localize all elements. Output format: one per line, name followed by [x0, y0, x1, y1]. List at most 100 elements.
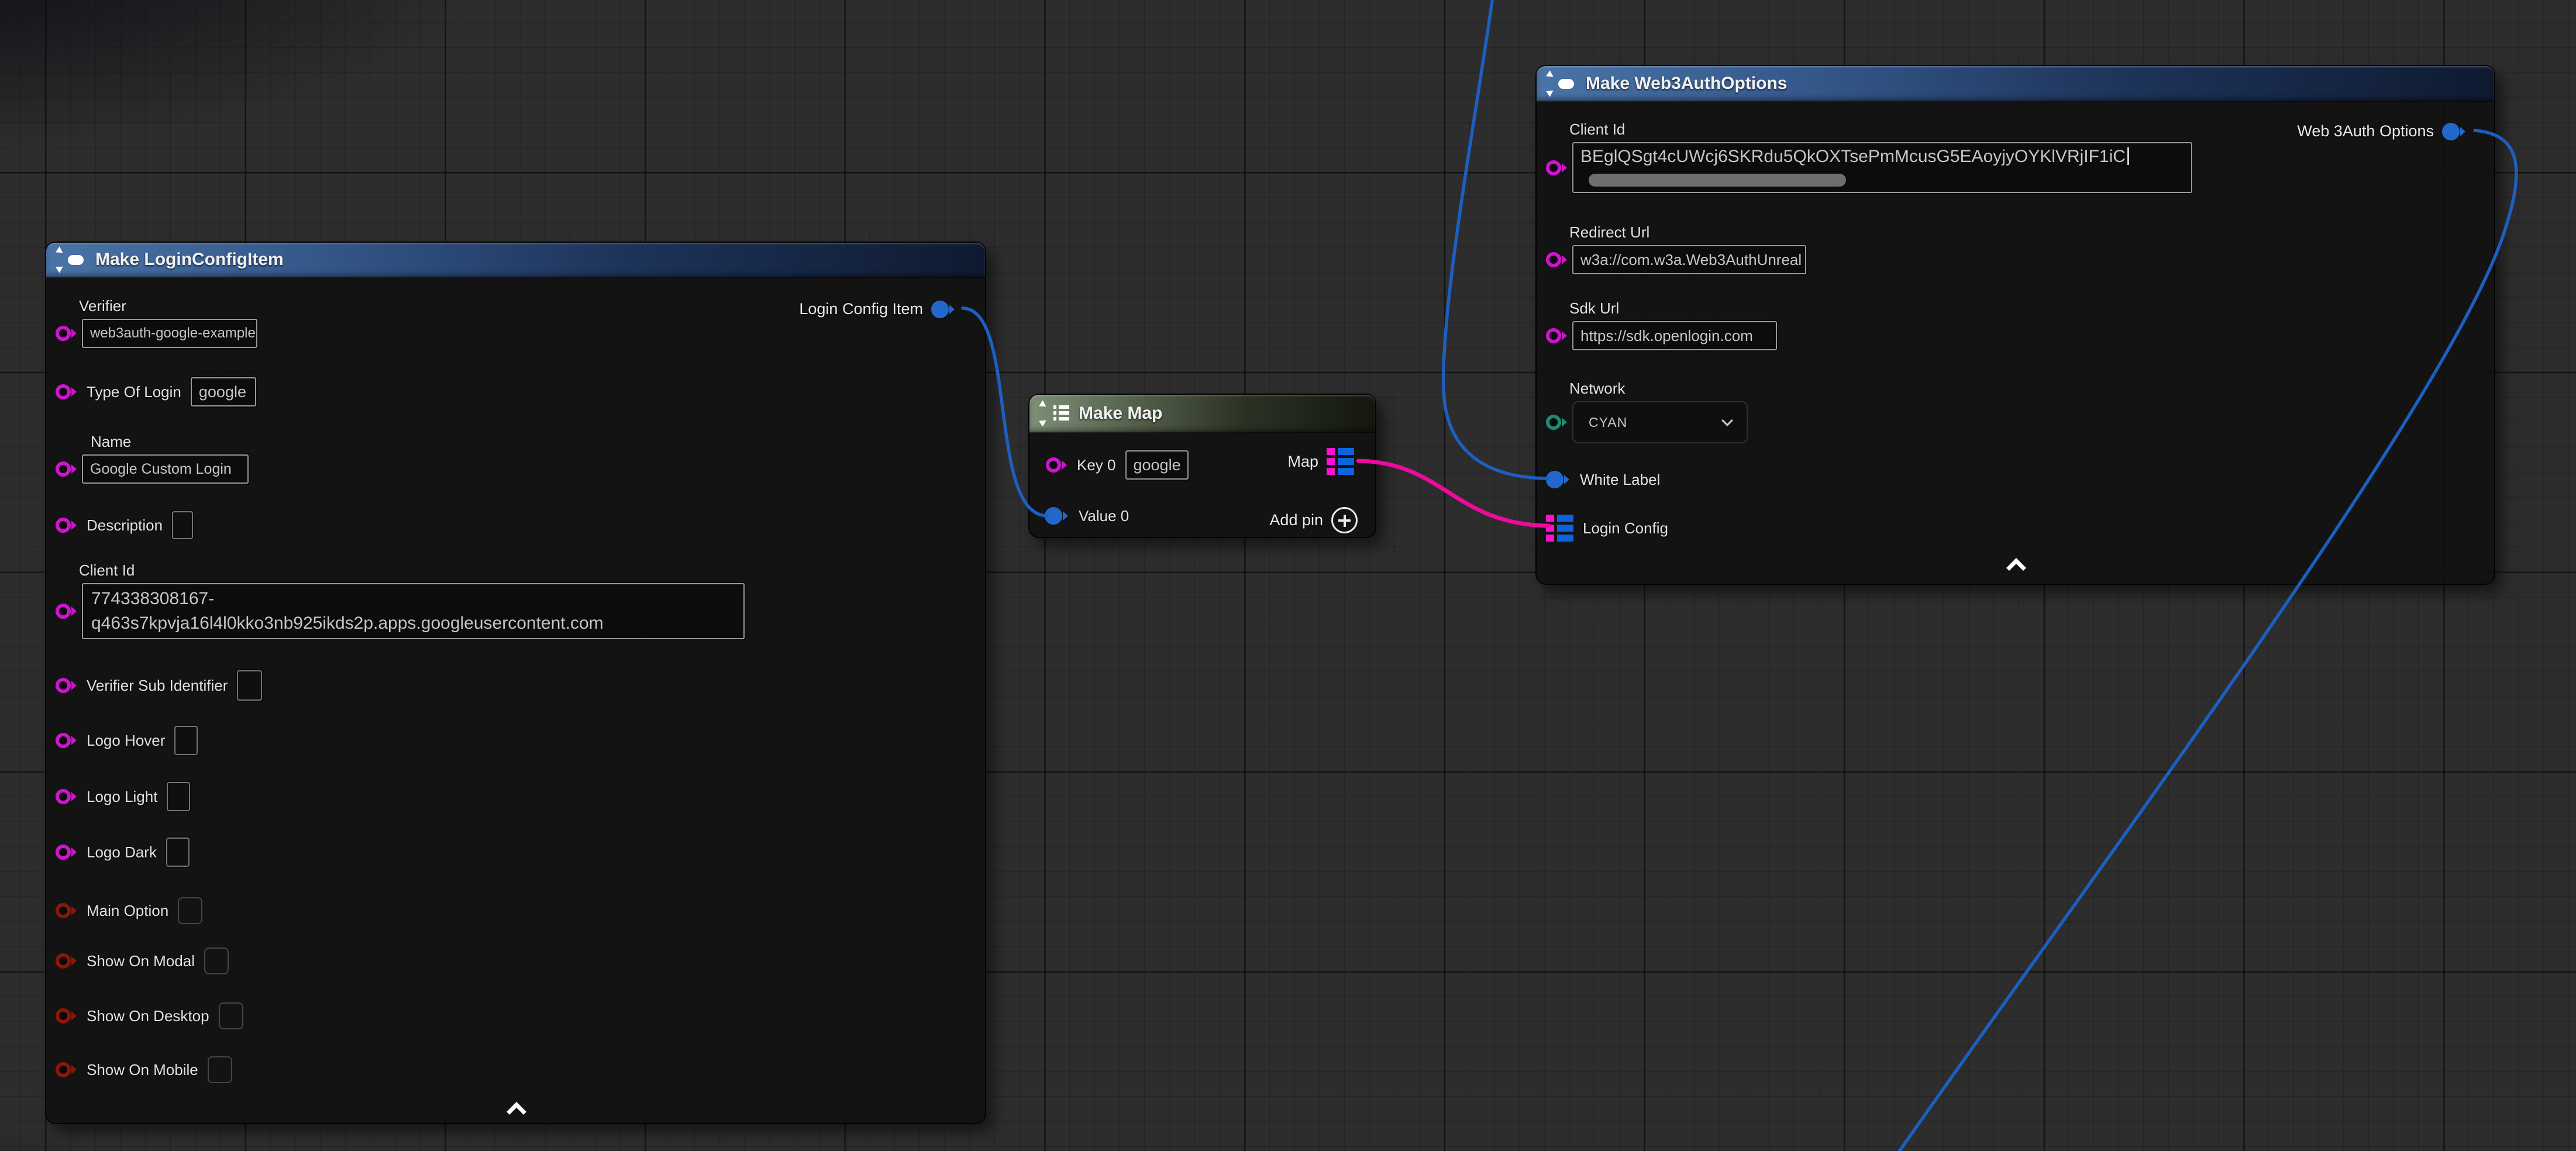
web3auth-options-output-label: Web 3Auth Options: [2297, 122, 2434, 140]
name-label: Name: [91, 432, 249, 451]
row-map-output: Map: [1287, 447, 1354, 475]
row-show-on-modal: Show On Modal: [56, 947, 229, 975]
node-title: Make LoginConfigItem: [95, 250, 284, 270]
row-client-id: Client Id BEglQSgt4cUWcj6SKRdu5QkOXTsePm…: [1546, 120, 2192, 193]
show-on-desktop-label: Show On Desktop: [87, 1007, 209, 1025]
client-id-pin[interactable]: [56, 604, 77, 619]
client-id-input[interactable]: 774338308167-q463s7kpvja16l4l0kko3nb925i…: [82, 583, 745, 639]
row-name: Name Google Custom Login: [67, 432, 249, 484]
description-input[interactable]: [172, 511, 193, 539]
main-option-checkbox[interactable]: [178, 897, 202, 924]
make-struct-icon: [1547, 73, 1576, 94]
logo-light-pin[interactable]: [56, 789, 77, 804]
key0-label: Key 0: [1077, 456, 1116, 474]
name-pin[interactable]: [56, 461, 77, 477]
node-make-map[interactable]: Make Map Key 0 google Map Value 0 Add pi…: [1028, 394, 1376, 538]
network-dropdown[interactable]: CYAN: [1572, 401, 1748, 443]
row-redirect-url: Redirect Url w3a://com.w3a.Web3AuthUnrea…: [1546, 223, 1806, 274]
show-on-desktop-pin[interactable]: [56, 1008, 77, 1024]
key0-pin[interactable]: [1046, 457, 1067, 473]
node-make-loginconfigitem-header[interactable]: Make LoginConfigItem: [46, 243, 985, 278]
show-on-modal-checkbox[interactable]: [204, 947, 229, 974]
logo-hover-pin[interactable]: [56, 733, 77, 748]
login-config-pin[interactable]: [1546, 515, 1573, 542]
key0-input[interactable]: google: [1125, 450, 1189, 480]
row-value0: Value 0: [1045, 502, 1129, 530]
node-title: Make Web3AuthOptions: [1586, 74, 1787, 94]
client-id-hscrollbar[interactable]: [1589, 174, 1846, 187]
type-of-login-label: Type Of Login: [87, 382, 181, 401]
value0-pin[interactable]: [1045, 507, 1069, 525]
node-title: Make Map: [1079, 404, 1162, 423]
row-logo-light: Logo Light: [56, 783, 190, 811]
row-type-of-login: Type Of Login google: [56, 378, 256, 406]
blueprint-graph-canvas[interactable]: Make LoginConfigItem Login Config Item V…: [0, 0, 2576, 1151]
show-on-desktop-checkbox[interactable]: [219, 1002, 243, 1029]
client-id-input[interactable]: BEglQSgt4cUWcj6SKRdu5QkOXTsePmMcusG5EAoy…: [1572, 142, 2192, 193]
main-option-label: Main Option: [87, 901, 168, 920]
client-id-label: Client Id: [79, 561, 745, 580]
verifier-sub-identifier-input[interactable]: [237, 670, 262, 701]
client-id-line2: q463s7kpvja16l4l0kko3nb925ikds2p.apps.go…: [91, 614, 604, 633]
logo-light-input[interactable]: [167, 782, 190, 811]
show-on-modal-pin[interactable]: [56, 953, 77, 969]
add-pin-button[interactable]: Add pin: [1269, 507, 1358, 533]
logo-hover-input[interactable]: [174, 726, 198, 755]
node-make-loginconfigitem[interactable]: Make LoginConfigItem Login Config Item V…: [45, 242, 986, 1124]
white-label-pin[interactable]: [1546, 471, 1571, 488]
node-make-web3authoptions[interactable]: Make Web3AuthOptions Web 3Auth Options C…: [1535, 65, 2495, 585]
output-row-web3auth-options: Web 3Auth Options: [2297, 122, 2467, 140]
row-verifier: Verifier web3auth-google-example: [56, 297, 257, 348]
output-row-login-config-item: Login Config Item: [799, 300, 956, 318]
login-config-item-output-pin[interactable]: [931, 301, 956, 318]
verifier-pin[interactable]: [56, 326, 77, 341]
node-make-web3authoptions-header[interactable]: Make Web3AuthOptions: [1537, 66, 2494, 102]
sdk-url-pin[interactable]: [1546, 328, 1568, 343]
white-label-label: White Label: [1580, 470, 1660, 489]
logo-dark-pin[interactable]: [56, 845, 77, 860]
collapse-node-button[interactable]: [2005, 559, 2026, 570]
type-of-login-input[interactable]: google: [191, 377, 256, 406]
node-make-map-header[interactable]: Make Map: [1029, 395, 1375, 433]
name-input[interactable]: Google Custom Login: [82, 454, 249, 484]
row-logo-dark: Logo Dark: [56, 838, 190, 866]
add-pin-plus-icon[interactable]: [1331, 507, 1358, 533]
network-selected-value: CYAN: [1589, 415, 1627, 430]
type-of-login-pin[interactable]: [56, 384, 77, 399]
row-white-label: White Label: [1546, 466, 1660, 494]
client-id-label: Client Id: [1569, 120, 2192, 139]
show-on-modal-label: Show On Modal: [87, 952, 195, 970]
logo-dark-label: Logo Dark: [87, 843, 157, 861]
wire-map-to-loginconfig[interactable]: [1358, 461, 1549, 526]
row-key0: Key 0 google: [1046, 451, 1189, 479]
text-caret: [2127, 147, 2129, 165]
collapse-node-button[interactable]: [505, 1102, 526, 1114]
verifier-input[interactable]: web3auth-google-example: [82, 319, 257, 348]
network-pin[interactable]: [1546, 415, 1568, 430]
show-on-mobile-checkbox[interactable]: [208, 1056, 232, 1083]
web3auth-options-output-pin[interactable]: [2442, 123, 2467, 140]
description-pin[interactable]: [56, 518, 77, 533]
row-sdk-url: Sdk Url https://sdk.openlogin.com: [1546, 299, 1777, 350]
map-output-pin[interactable]: [1327, 448, 1354, 475]
logo-hover-label: Logo Hover: [87, 731, 165, 750]
redirect-url-pin[interactable]: [1546, 252, 1568, 267]
sdk-url-input[interactable]: https://sdk.openlogin.com: [1572, 321, 1777, 350]
row-show-on-desktop: Show On Desktop: [56, 1002, 243, 1030]
verifier-sub-identifier-pin[interactable]: [56, 678, 77, 693]
logo-light-label: Logo Light: [87, 787, 157, 806]
chevron-down-icon: [1721, 415, 1733, 426]
sdk-url-label: Sdk Url: [1569, 299, 1777, 318]
client-id-text: BEglQSgt4cUWcj6SKRdu5QkOXTsePmMcusG5EAoy…: [1580, 147, 2126, 166]
row-main-option: Main Option: [56, 897, 202, 925]
redirect-url-input[interactable]: w3a://com.w3a.Web3AuthUnreal: [1572, 245, 1806, 274]
row-login-config: Login Config: [1546, 514, 1668, 542]
row-verifier-sub-identifier: Verifier Sub Identifier: [56, 671, 262, 699]
main-option-pin[interactable]: [56, 903, 77, 918]
show-on-mobile-pin[interactable]: [56, 1062, 77, 1077]
login-config-label: Login Config: [1583, 519, 1668, 537]
show-on-mobile-label: Show On Mobile: [87, 1060, 198, 1079]
logo-dark-input[interactable]: [166, 838, 190, 867]
client-id-pin[interactable]: [1546, 160, 1568, 175]
wire-top-to-whitelabel[interactable]: [1444, 0, 1548, 478]
